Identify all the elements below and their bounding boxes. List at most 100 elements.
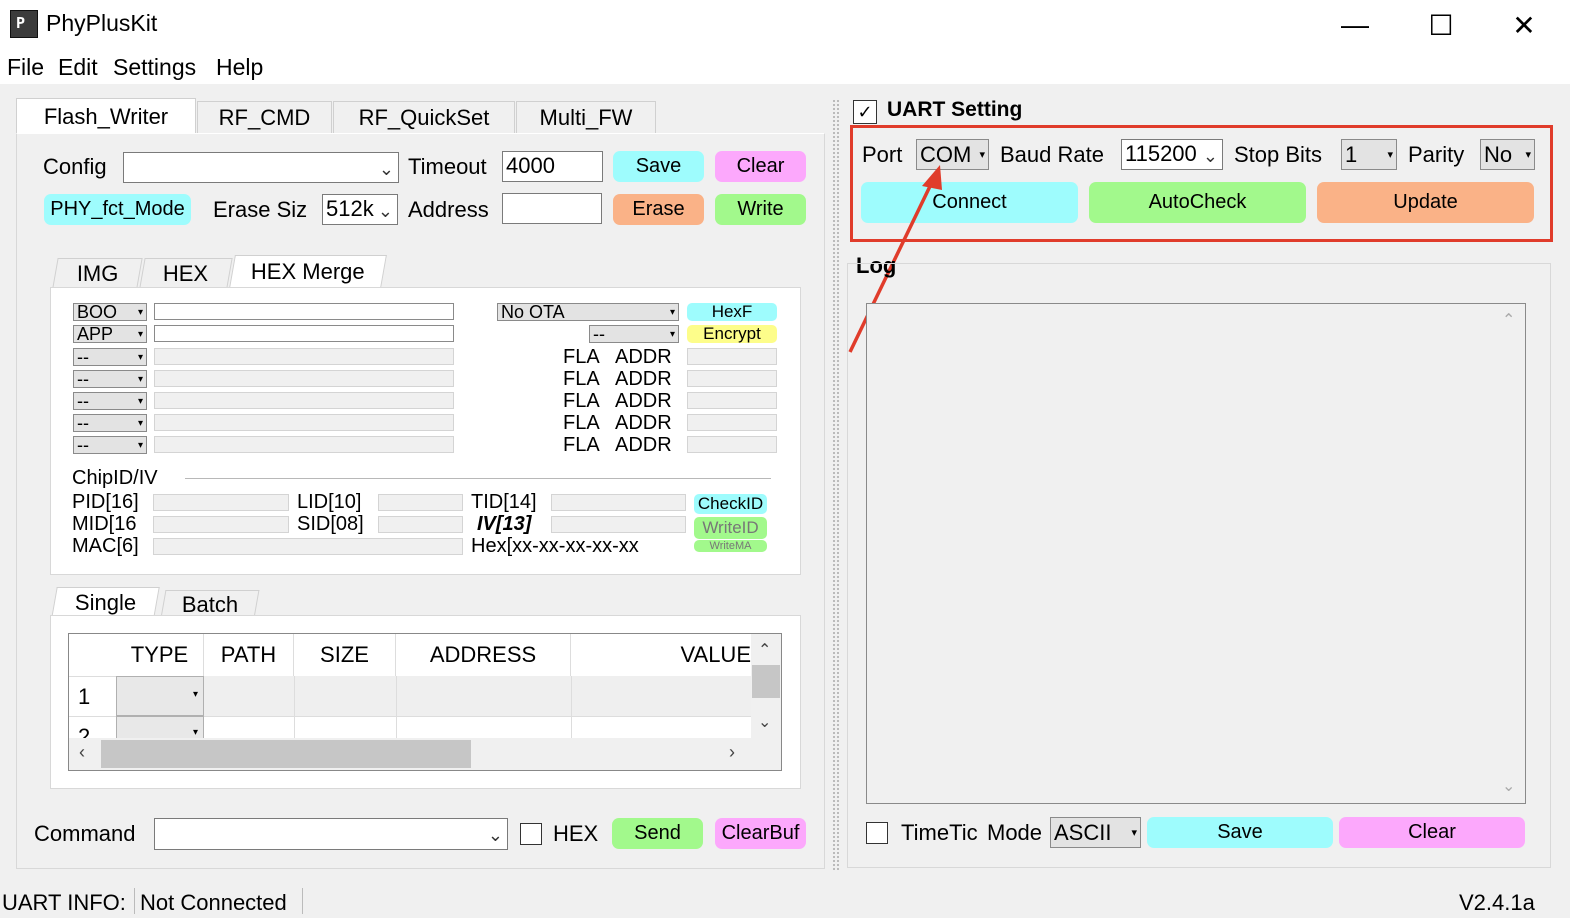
addr-input[interactable] bbox=[687, 392, 777, 409]
row-type-select[interactable]: -- ▾ bbox=[73, 436, 147, 454]
menu-help[interactable]: Help bbox=[216, 54, 263, 81]
type-cell-select[interactable]: ▾ bbox=[116, 716, 204, 740]
autocheck-button[interactable]: AutoCheck bbox=[1089, 182, 1306, 223]
menu-settings[interactable]: Settings bbox=[113, 54, 196, 81]
tab-batch[interactable]: Batch bbox=[160, 590, 260, 618]
send-button[interactable]: Send bbox=[612, 818, 703, 849]
menu-file[interactable]: File bbox=[7, 54, 44, 81]
col-header-address[interactable]: ADDRESS bbox=[396, 634, 571, 676]
row-type-select[interactable]: APP ▾ bbox=[73, 325, 147, 343]
writemac-button[interactable]: WriteMA bbox=[694, 540, 767, 552]
row-type-select[interactable]: -- ▾ bbox=[73, 370, 147, 388]
uart-setting-checkbox[interactable]: ✓ bbox=[853, 100, 877, 124]
baud-rate-select[interactable]: 115200 ⌄ bbox=[1121, 139, 1223, 170]
timetic-label: TimeTic bbox=[901, 820, 978, 845]
addr-label: ADDR bbox=[615, 434, 672, 456]
lid-input[interactable] bbox=[378, 494, 463, 511]
tab-flash-writer[interactable]: Flash_Writer bbox=[16, 98, 196, 134]
row-type-select[interactable]: BOO ▾ bbox=[73, 303, 147, 321]
tab-rf-quickset[interactable]: RF_QuickSet bbox=[333, 101, 515, 134]
row-path-input[interactable] bbox=[154, 414, 454, 431]
row-path-input[interactable] bbox=[154, 348, 454, 365]
col-header-size[interactable]: SIZE bbox=[294, 634, 396, 676]
save-config-button[interactable]: Save bbox=[613, 151, 704, 182]
clear-config-button[interactable]: Clear bbox=[715, 151, 806, 182]
dropdown-arrow-icon: ▾ bbox=[137, 440, 143, 451]
addr-input[interactable] bbox=[687, 348, 777, 365]
row-path-input[interactable] bbox=[154, 370, 454, 387]
checkid-button[interactable]: CheckID bbox=[694, 494, 767, 514]
log-mode-select[interactable]: ASCII ▾ bbox=[1050, 817, 1141, 848]
log-textarea[interactable] bbox=[866, 303, 1526, 804]
command-input[interactable]: ⌄ bbox=[154, 818, 508, 850]
uart-info-label: UART INFO: bbox=[2, 890, 126, 915]
h-scrollbar-thumb[interactable] bbox=[101, 740, 471, 768]
config-select[interactable]: ⌄ bbox=[123, 152, 399, 183]
sid-input[interactable] bbox=[378, 516, 463, 533]
row-type-select[interactable]: -- ▾ bbox=[73, 392, 147, 410]
encrypt-select[interactable]: -- ▾ bbox=[589, 325, 679, 343]
subtab-hex[interactable]: HEX bbox=[139, 258, 233, 288]
log-save-button[interactable]: Save bbox=[1147, 817, 1333, 848]
app-icon-text: P bbox=[16, 14, 26, 32]
erase-button[interactable]: Erase bbox=[613, 194, 704, 225]
log-scroll-down-icon[interactable]: ⌄ bbox=[1502, 776, 1515, 796]
encrypt-button[interactable]: Encrypt bbox=[687, 325, 777, 343]
col-header-value[interactable]: VALUE bbox=[571, 634, 754, 676]
mac-input[interactable] bbox=[153, 538, 463, 555]
addr-input[interactable] bbox=[687, 436, 777, 453]
scroll-down-icon[interactable]: ⌄ bbox=[758, 712, 771, 732]
col-header-type[interactable]: TYPE bbox=[116, 634, 204, 676]
hexf-button[interactable]: HexF bbox=[687, 303, 777, 321]
tab-multi-fw[interactable]: Multi_FW bbox=[516, 101, 656, 134]
col-header-path[interactable]: PATH bbox=[204, 634, 294, 676]
addr-input[interactable] bbox=[687, 370, 777, 387]
hex-checkbox[interactable] bbox=[520, 823, 542, 845]
timeout-input[interactable]: 4000 bbox=[502, 151, 603, 182]
update-button[interactable]: Update bbox=[1317, 182, 1534, 223]
phy-fct-mode-button[interactable]: PHY_fct_Mode bbox=[44, 194, 191, 225]
row-path-input[interactable] bbox=[154, 392, 454, 409]
row-type-select[interactable]: -- ▾ bbox=[73, 414, 147, 432]
tab-rf-cmd[interactable]: RF_CMD bbox=[197, 101, 332, 134]
close-button[interactable]: ✕ bbox=[1481, 0, 1567, 50]
erase-size-select[interactable]: 512k ⌄ bbox=[322, 194, 398, 225]
log-scroll-up-icon[interactable]: ⌃ bbox=[1502, 310, 1515, 330]
scroll-left-icon[interactable]: ‹ bbox=[79, 742, 85, 763]
type-cell-select[interactable]: ▾ bbox=[116, 676, 204, 716]
panel-splitter[interactable] bbox=[833, 100, 839, 870]
addr-input[interactable] bbox=[687, 414, 777, 431]
minimize-button[interactable]: — bbox=[1312, 0, 1398, 50]
subtab-hex-merge[interactable]: HEX Merge bbox=[229, 255, 387, 288]
dropdown-arrow-icon: ▾ bbox=[192, 689, 198, 700]
row-type-select[interactable]: -- ▾ bbox=[73, 348, 147, 366]
maximize-button[interactable]: ☐ bbox=[1398, 0, 1484, 50]
subtab-img[interactable]: IMG bbox=[52, 258, 143, 288]
iv-input[interactable] bbox=[551, 516, 686, 533]
stop-bits-label: Stop Bits bbox=[1234, 142, 1323, 167]
address-input[interactable] bbox=[502, 193, 602, 224]
pid-input[interactable] bbox=[153, 494, 289, 511]
encrypt-select-value: -- bbox=[593, 325, 605, 343]
ota-select[interactable]: No OTA ▾ bbox=[497, 303, 679, 321]
dropdown-arrow-icon: ▾ bbox=[137, 396, 143, 407]
stop-bits-select[interactable]: 1 ▾ bbox=[1341, 139, 1397, 170]
row-path-input[interactable] bbox=[154, 436, 454, 453]
table-row[interactable] bbox=[204, 676, 751, 716]
parity-select[interactable]: No ▾ bbox=[1480, 139, 1535, 170]
write-button[interactable]: Write bbox=[715, 194, 806, 225]
fla-label: FLA bbox=[563, 390, 600, 412]
mid-input[interactable] bbox=[153, 516, 289, 533]
timetic-checkbox[interactable] bbox=[866, 822, 888, 844]
row-path-input[interactable] bbox=[154, 325, 454, 342]
scroll-right-icon[interactable]: › bbox=[729, 742, 735, 763]
clearbuf-button[interactable]: ClearBuf bbox=[715, 818, 806, 849]
menu-edit[interactable]: Edit bbox=[58, 54, 98, 81]
writeid-button[interactable]: WriteID bbox=[694, 517, 767, 539]
log-clear-button[interactable]: Clear bbox=[1339, 817, 1525, 848]
tid-input[interactable] bbox=[551, 494, 686, 511]
scrollbar-thumb[interactable] bbox=[752, 665, 780, 698]
row-path-input[interactable] bbox=[154, 303, 454, 320]
scroll-up-icon[interactable]: ⌃ bbox=[758, 640, 771, 660]
tab-single[interactable]: Single bbox=[51, 587, 160, 618]
